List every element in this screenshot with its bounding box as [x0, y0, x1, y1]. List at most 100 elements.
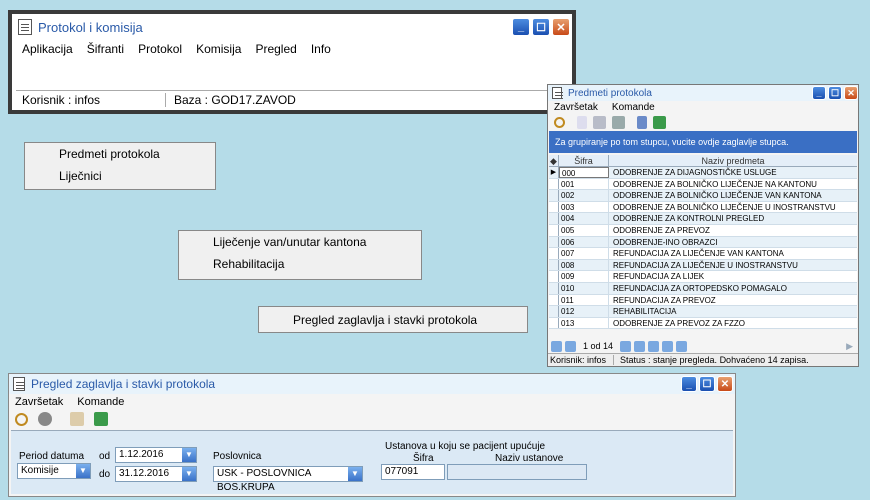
table-row[interactable]: 001 ODOBRENJE ZA BOLNIČKO LIJEČENJE NA KA…: [549, 178, 857, 191]
date-from-field[interactable]: 1.12.2016 ▼: [115, 447, 197, 463]
cell-naziv[interactable]: REFUNDACIJA ZA LIJEK: [609, 271, 857, 282]
menu-item-pregled-zaglavlja[interactable]: Pregled zaglavlja i stavki protokola: [259, 309, 527, 331]
date-to-field[interactable]: 31.12.2016 ▼: [115, 466, 197, 482]
pregled-titlebar[interactable]: Pregled zaglavlja i stavki protokola _ ☐…: [9, 374, 735, 394]
maximize-button[interactable]: ☐: [828, 86, 842, 100]
cell-naziv[interactable]: REHABILITACIJA: [609, 306, 857, 317]
cell-naziv[interactable]: REFUNDACIJA ZA LIJEČENJE U INOSTRANSTVU: [609, 260, 857, 271]
menu-info[interactable]: Info: [311, 42, 331, 56]
chevron-down-icon[interactable]: ▼: [348, 467, 362, 481]
cell-sifra[interactable]: 007: [559, 248, 609, 259]
main-titlebar[interactable]: Protokol i komisija _ ☐ ✕: [12, 14, 572, 40]
poslovnica-select[interactable]: USK - POSLOVNICA BOS.KRUPA ▼: [213, 466, 363, 493]
table-row[interactable]: 010 REFUNDACIJA ZA ORTOPEDSKO POMAGALO: [549, 282, 857, 295]
maximize-button[interactable]: ☐: [532, 18, 550, 36]
close-button[interactable]: ✕: [552, 18, 570, 36]
menu-aplikacija[interactable]: Aplikacija: [22, 42, 73, 56]
minimize-button[interactable]: _: [812, 86, 826, 100]
cell-sifra[interactable]: 011: [559, 294, 609, 306]
cell-sifra[interactable]: 003: [559, 201, 609, 213]
minimize-button[interactable]: _: [681, 376, 697, 392]
cell-sifra[interactable]: 004: [559, 213, 609, 224]
excel-icon[interactable]: [653, 116, 666, 129]
cell-sifra[interactable]: 010: [559, 282, 609, 294]
edit-icon[interactable]: [612, 116, 625, 129]
table-row[interactable]: 006 ODOBRENJE-INO OBRAZCI: [549, 236, 857, 249]
menu-komande[interactable]: Komande: [77, 396, 124, 408]
ustanova-sifra-field[interactable]: 077091: [381, 464, 445, 480]
cell-sifra[interactable]: 005: [559, 224, 609, 236]
menu-zavrsetak[interactable]: Završetak: [554, 102, 598, 113]
cell-sifra[interactable]: 002: [559, 190, 609, 201]
cell-sifra[interactable]: 001: [559, 178, 609, 190]
cell-sifra[interactable]: 009: [559, 271, 609, 282]
cell-naziv[interactable]: ODOBRENJE ZA KONTROLNI PREGLED: [609, 213, 857, 224]
cell-naziv[interactable]: ODOBRENJE ZA DIJAGNOSTIČKE USLUGE: [609, 167, 857, 178]
menu-protokol[interactable]: Protokol: [138, 42, 182, 56]
prev-page-button[interactable]: [565, 340, 576, 352]
menu-komande[interactable]: Komande: [612, 102, 655, 113]
menu-komisija[interactable]: Komisija: [196, 42, 241, 56]
table-row[interactable]: 013 ODOBRENJE ZA PREVOZ ZA FZZO: [549, 317, 857, 330]
search-icon[interactable]: [15, 412, 28, 426]
menu-zavrsetak[interactable]: Završetak: [15, 396, 63, 408]
cell-naziv[interactable]: REFUNDACIJA ZA PREVOZ: [609, 295, 857, 306]
predmeti-titlebar[interactable]: Predmeti protokola _ ☐ ✕: [548, 85, 858, 101]
menu-item-lijecenje[interactable]: Liječenje van/unutar kantona: [179, 231, 421, 253]
table-row[interactable]: 007 REFUNDACIJA ZA LIJEČENJE VAN KANTONA: [549, 248, 857, 260]
cell-naziv[interactable]: ODOBRENJE ZA BOLNIČKO LIJEČENJE U INOSTR…: [609, 202, 857, 213]
table-row[interactable]: 012 REHABILITACIJA: [549, 306, 857, 318]
delete-icon[interactable]: [637, 116, 647, 129]
chevron-down-icon[interactable]: ▼: [182, 448, 196, 462]
menu-item-rehabilitacija[interactable]: Rehabilitacija: [179, 253, 421, 275]
last-page-button[interactable]: [634, 340, 646, 352]
excel-icon[interactable]: [94, 412, 108, 426]
cell-sifra[interactable]: 008: [559, 259, 609, 271]
table-row[interactable]: 011 REFUNDACIJA ZA PREVOZ: [549, 294, 857, 307]
first-page-button[interactable]: [551, 340, 562, 352]
period-type-select[interactable]: Komisije ▼: [17, 463, 91, 479]
table-row[interactable]: 004 ODOBRENJE ZA KONTROLNI PREGLED: [549, 213, 857, 225]
table-row[interactable]: ▶ 000 ODOBRENJE ZA DIJAGNOSTIČKE USLUGE: [549, 167, 857, 179]
stop-icon[interactable]: [38, 412, 52, 426]
ustanova-naziv-field[interactable]: [447, 464, 587, 480]
table-row[interactable]: 002 ODOBRENJE ZA BOLNIČKO LIJEČENJE VAN K…: [549, 190, 857, 202]
table-row[interactable]: 009 REFUNDACIJA ZA LIJEK: [549, 271, 857, 283]
col-naziv-header[interactable]: Naziv predmeta: [609, 155, 857, 166]
cell-naziv[interactable]: ODOBRENJE ZA PREVOZ ZA FZZO: [609, 318, 857, 329]
close-button[interactable]: ✕: [844, 86, 858, 100]
save-icon[interactable]: [593, 116, 606, 129]
search-icon[interactable]: [554, 117, 565, 128]
close-button[interactable]: ✕: [717, 376, 733, 392]
minimize-button[interactable]: _: [512, 18, 530, 36]
cell-naziv[interactable]: ODOBRENJE ZA BOLNIČKO LIJEČENJE NA KANTO…: [609, 179, 857, 190]
edit-document-icon[interactable]: [70, 412, 84, 426]
next-page-button[interactable]: [620, 340, 632, 352]
scroll-right-icon[interactable]: ▶: [846, 341, 853, 352]
cell-sifra[interactable]: 013: [559, 317, 609, 329]
cell-naziv[interactable]: REFUNDACIJA ZA LIJEČENJE VAN KANTONA: [609, 248, 857, 259]
cell-sifra[interactable]: 006: [559, 236, 609, 248]
table-row[interactable]: 005 ODOBRENJE ZA PREVOZ: [549, 224, 857, 237]
cell-naziv[interactable]: ODOBRENJE ZA PREVOZ: [609, 225, 857, 236]
delete-record-button[interactable]: [662, 340, 674, 352]
cell-naziv[interactable]: REFUNDACIJA ZA ORTOPEDSKO POMAGALO: [609, 283, 857, 294]
menu-item-ljecnici[interactable]: Liječnici: [25, 165, 215, 187]
chevron-down-icon[interactable]: ▼: [76, 464, 90, 478]
chevron-down-icon[interactable]: ▼: [182, 467, 196, 481]
cell-naziv[interactable]: ODOBRENJE-INO OBRAZCI: [609, 237, 857, 248]
cell-sifra[interactable]: 012: [559, 306, 609, 317]
pager-dropdown-button[interactable]: [676, 340, 688, 352]
menu-pregled[interactable]: Pregled: [255, 42, 296, 56]
group-hint[interactable]: Za grupiranje po tom stupcu, vucite ovdj…: [549, 131, 857, 153]
col-sifra-header[interactable]: Šifra: [559, 155, 609, 166]
table-row[interactable]: 003 ODOBRENJE ZA BOLNIČKO LIJEČENJE U INO…: [549, 201, 857, 214]
maximize-button[interactable]: ☐: [699, 376, 715, 392]
menu-item-predmeti[interactable]: Predmeti protokola: [25, 143, 215, 165]
table-row[interactable]: 008 REFUNDACIJA ZA LIJEČENJE U INOSTRANST…: [549, 259, 857, 272]
menu-sifranti[interactable]: Šifranti: [87, 42, 124, 56]
new-icon[interactable]: [577, 116, 587, 129]
cell-sifra[interactable]: 000: [559, 167, 609, 178]
cell-naziv[interactable]: ODOBRENJE ZA BOLNIČKO LIJEČENJE VAN KANT…: [609, 190, 857, 201]
add-record-button[interactable]: [648, 340, 660, 352]
